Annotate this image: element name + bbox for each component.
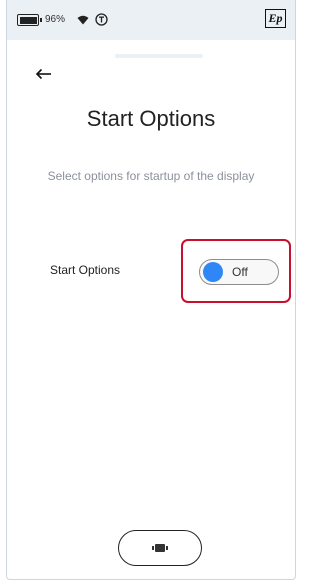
start-options-label: Start Options bbox=[50, 263, 121, 277]
alert-circle-icon bbox=[95, 13, 108, 26]
page-subtitle: Select options for startup of the displa… bbox=[47, 169, 255, 183]
back-button[interactable] bbox=[31, 64, 55, 84]
home-button[interactable] bbox=[118, 530, 202, 566]
battery-percent: 96% bbox=[45, 14, 66, 25]
grip-icon bbox=[152, 544, 168, 552]
drag-handle[interactable] bbox=[115, 54, 203, 58]
arrow-left-icon bbox=[35, 68, 51, 80]
brand-logo: Ep bbox=[265, 9, 286, 28]
toggle-state-text: Off bbox=[232, 265, 248, 279]
device-frame: 96% Ep Start Options Select options for … bbox=[6, 0, 296, 580]
toggle-knob bbox=[203, 262, 223, 282]
start-options-toggle[interactable]: Off bbox=[199, 259, 279, 285]
page-title: Start Options bbox=[86, 106, 216, 131]
battery-icon bbox=[17, 14, 42, 26]
wifi-icon bbox=[77, 15, 89, 25]
status-bar: 96% Ep bbox=[7, 0, 295, 40]
